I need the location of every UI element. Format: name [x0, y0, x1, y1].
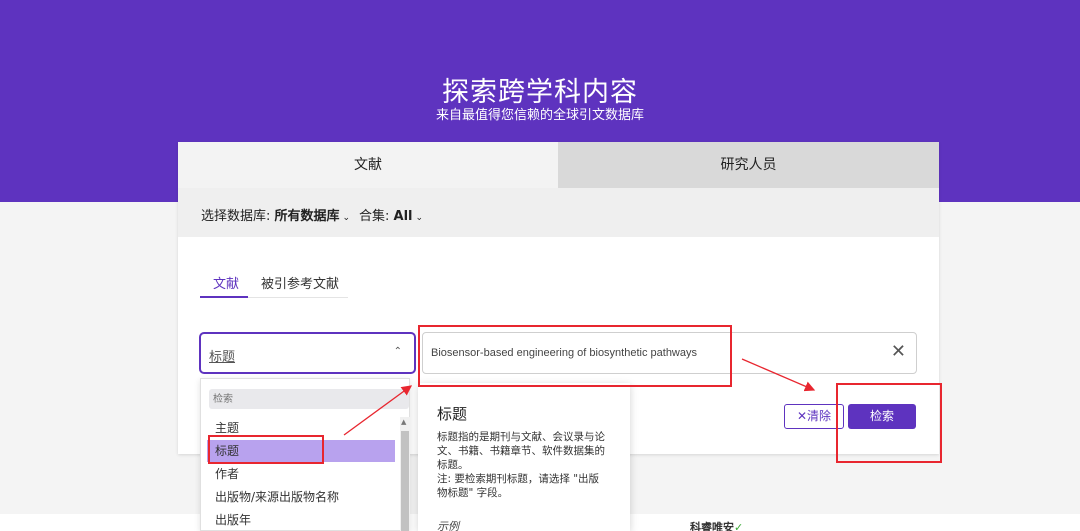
database-selector[interactable]: 选择数据库: 所有数据库 ⌄ — [201, 205, 350, 224]
annotation-box-button — [836, 383, 942, 463]
dropdown-item-year[interactable]: 出版年 — [207, 509, 395, 531]
database-label: 选择数据库: — [201, 209, 271, 224]
database-value: 所有数据库 — [274, 209, 340, 224]
search-field-select[interactable]: 标题 ⌃ — [199, 332, 416, 374]
close-icon[interactable]: ✕ — [891, 341, 906, 362]
active-tab-underline — [200, 296, 248, 298]
tooltip-example-label: 示例 — [437, 520, 459, 531]
subtab-documents[interactable]: 文献 — [213, 273, 239, 292]
chevron-down-icon: ⌄ — [342, 213, 351, 223]
dropdown-scrollbar[interactable]: ▲ — [400, 417, 410, 531]
annotation-box-item — [208, 435, 324, 464]
dropdown-search-input[interactable] — [209, 389, 409, 409]
tooltip-note: 注: 要检索期刊标题，请选择 "出版物标题" 字段。 — [437, 473, 600, 499]
tooltip-title: 标题 — [437, 405, 468, 423]
search-type-tabs: 文献 被引参考文献 — [200, 267, 348, 298]
tab-documents[interactable]: 文献 — [178, 142, 558, 188]
dropdown-item-author[interactable]: 作者 — [207, 463, 395, 485]
search-field-value: 标题 — [209, 350, 236, 365]
database-selector-row: 选择数据库: 所有数据库 ⌄ 合集: All ⌄ — [178, 188, 939, 237]
collection-value: All — [393, 209, 413, 224]
footer-logo: 科睿唯安✓ — [690, 519, 743, 531]
scroll-up-icon[interactable]: ▲ — [401, 418, 406, 426]
tooltip-body: 标题指的是期刊与文献、会议录与论文、书籍、书籍章节、软件数据集的标题。 注: 要… — [437, 430, 605, 500]
logo-text: 科睿唯安 — [690, 521, 734, 531]
clear-button-label: 清除 — [807, 409, 832, 423]
hero-subtitle: 来自最值得您信赖的全球引文数据库 — [435, 108, 644, 123]
collection-label: 合集: — [359, 209, 390, 224]
tab-researchers[interactable]: 研究人员 — [558, 142, 939, 188]
annotation-box-search — [418, 325, 732, 387]
clear-button[interactable]: ✕清除 — [784, 404, 844, 429]
collection-selector[interactable]: 合集: All ⌄ — [359, 205, 423, 224]
check-icon: ✓ — [734, 521, 744, 531]
chevron-up-icon: ⌃ — [393, 346, 402, 357]
field-tooltip: 标题 标题指的是期刊与文献、会议录与论文、书籍、书籍章节、软件数据集的标题。 注… — [418, 383, 630, 531]
close-icon: ✕ — [796, 409, 808, 423]
dropdown-item-publication[interactable]: 出版物/来源出版物名称 — [207, 486, 395, 508]
scrollbar-thumb[interactable] — [401, 431, 409, 531]
chevron-down-icon: ⌄ — [415, 213, 424, 223]
subtab-cited-references[interactable]: 被引参考文献 — [261, 273, 339, 292]
tooltip-description: 标题指的是期刊与文献、会议录与论文、书籍、书籍章节、软件数据集的标题。 — [437, 431, 605, 471]
